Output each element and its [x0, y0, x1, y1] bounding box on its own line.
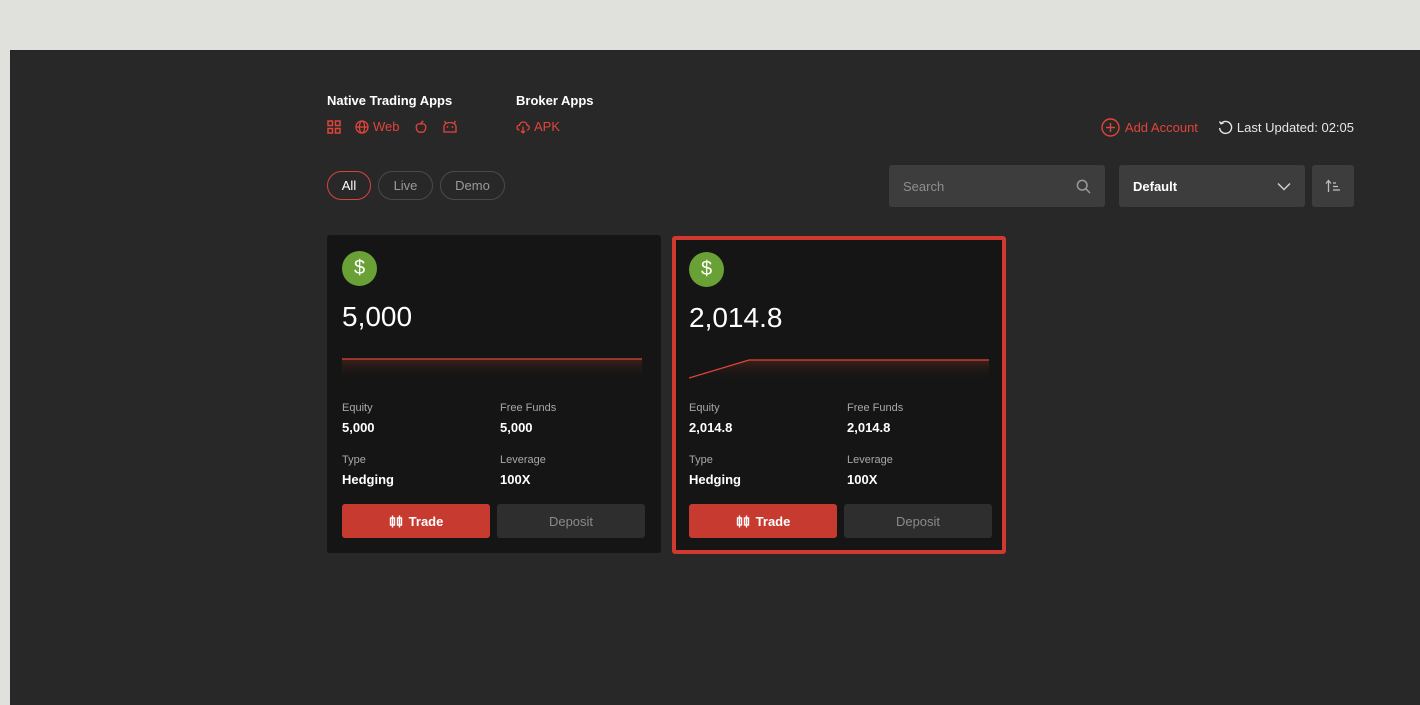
equity-value: 5,000: [342, 420, 375, 435]
grid-app-link[interactable]: [327, 119, 341, 134]
broker-apps-title: Broker Apps: [516, 93, 594, 108]
android-app-link[interactable]: [442, 120, 458, 134]
sort-select-value: Default: [1133, 178, 1178, 194]
plus-circle-icon: [1101, 118, 1120, 137]
app-window: Native Trading Apps Web Broker Apps APK …: [10, 50, 1420, 705]
free-funds-value: 2,014.8: [847, 420, 891, 435]
account-balance: 5,000: [342, 301, 413, 332]
refresh-icon: [1218, 120, 1233, 135]
free-funds-value: 5,000: [500, 420, 533, 435]
candlestick-icon: [736, 515, 749, 527]
sparkline-area: [342, 359, 642, 381]
account-card[interactable]: $ 5,000 Equity 5,000 Free Funds 5,000 Ty…: [327, 235, 661, 553]
filter-all[interactable]: All: [327, 171, 371, 200]
last-updated-label: Last Updated: 02:05: [1236, 120, 1354, 135]
globe-icon: [355, 119, 369, 134]
header-actions: Add Account Last Updated: 02:05: [1101, 118, 1354, 137]
apk-link-label: APK: [534, 119, 561, 134]
type-value: Hedging: [342, 472, 394, 487]
native-apps-title: Native Trading Apps: [327, 93, 453, 108]
equity-label: Equity: [342, 402, 373, 414]
last-updated[interactable]: Last Updated: 02:05: [1218, 120, 1354, 135]
free-funds-label: Free Funds: [847, 402, 904, 414]
filter-live[interactable]: Live: [378, 171, 433, 200]
chevron-down-icon: [1277, 182, 1291, 191]
broker-apps-links: APK: [516, 119, 560, 134]
web-app-link[interactable]: Web: [355, 119, 400, 134]
candlestick-icon: [389, 515, 402, 527]
account-card-selected[interactable]: $ 2,014.8 Equity 2,014.8 Free Funds 2,01…: [672, 236, 1006, 554]
android-icon: [442, 120, 457, 133]
leverage-label: Leverage: [500, 454, 546, 466]
dollar-coin-icon: $: [342, 251, 377, 286]
cloud-download-icon: [516, 120, 530, 134]
sort-select[interactable]: Default: [1119, 165, 1305, 207]
search-box: [889, 165, 1105, 207]
free-funds-label: Free Funds: [500, 402, 557, 414]
equity-label: Equity: [689, 402, 720, 414]
deposit-button[interactable]: Deposit: [844, 504, 992, 538]
equity-value: 2,014.8: [689, 420, 733, 435]
deposit-button[interactable]: Deposit: [497, 504, 645, 538]
trade-button[interactable]: Trade: [689, 504, 837, 538]
search-icon[interactable]: [1076, 179, 1091, 194]
leverage-label: Leverage: [847, 454, 893, 466]
balance-sparkline: [342, 358, 642, 381]
type-value: Hedging: [689, 472, 741, 487]
type-label: Type: [342, 454, 366, 466]
dollar-coin-icon: $: [689, 252, 724, 287]
sort-order-button[interactable]: [1312, 165, 1354, 207]
add-account-label: Add Account: [1124, 120, 1198, 135]
sort-ascending-icon: [1325, 179, 1340, 192]
apple-icon: [415, 120, 426, 133]
native-apps-links: Web: [327, 119, 458, 134]
sparkline-area: [689, 360, 989, 382]
balance-sparkline: [689, 359, 989, 382]
filter-demo[interactable]: Demo: [440, 171, 505, 200]
account-balance: 2,014.8: [689, 302, 783, 333]
trade-button-label: Trade: [755, 513, 791, 529]
add-account-button[interactable]: Add Account: [1101, 118, 1198, 137]
trade-button-label: Trade: [408, 513, 444, 529]
grid-icon: [327, 119, 341, 134]
leverage-value: 100X: [847, 472, 878, 487]
search-input[interactable]: [903, 178, 1063, 194]
web-link-label: Web: [373, 119, 400, 134]
ios-app-link[interactable]: [414, 120, 428, 134]
apk-download-link[interactable]: APK: [516, 119, 560, 134]
leverage-value: 100X: [500, 472, 531, 487]
trade-button[interactable]: Trade: [342, 504, 490, 538]
type-label: Type: [689, 454, 713, 466]
